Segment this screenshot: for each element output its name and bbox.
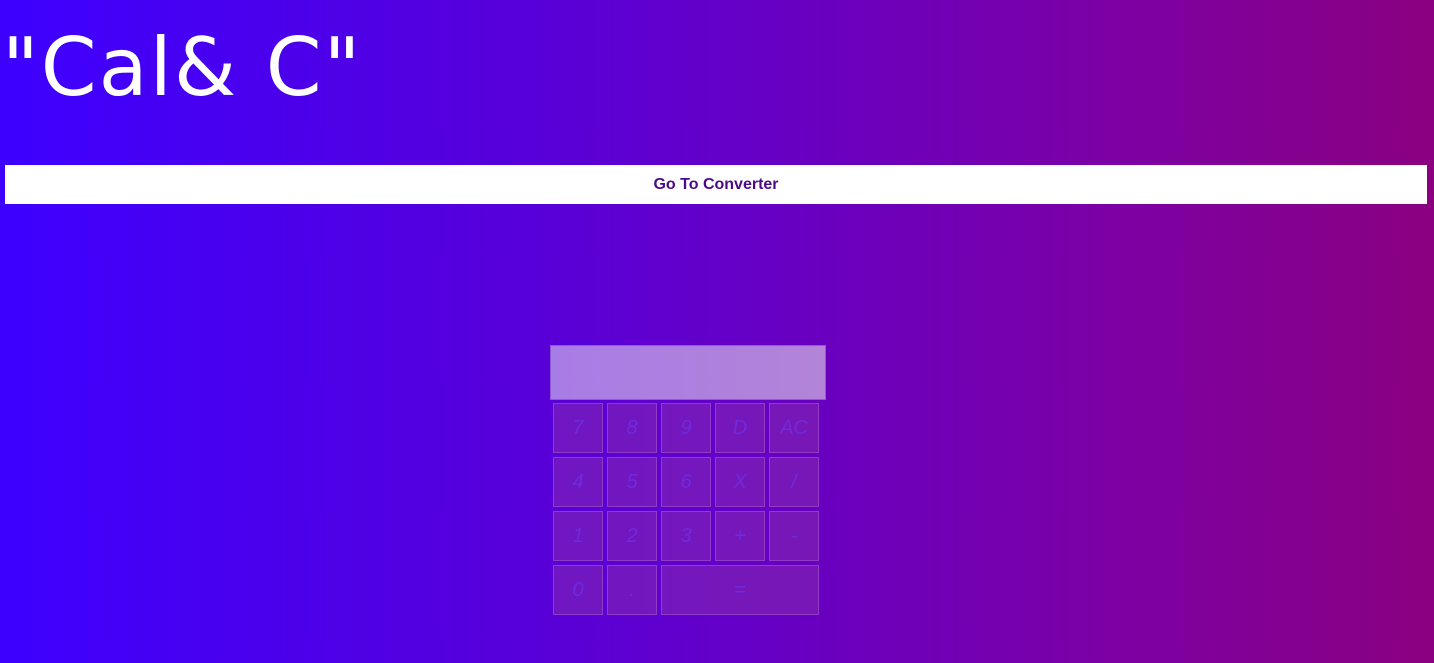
key-0[interactable]: 0 [553,565,603,615]
key-8[interactable]: 8 [607,403,657,453]
key-delete[interactable]: D [715,403,765,453]
key-5[interactable]: 5 [607,457,657,507]
key-4[interactable]: 4 [553,457,603,507]
app-title: "Cal& C" [2,21,363,114]
key-decimal[interactable]: . [607,565,657,615]
key-3[interactable]: 3 [661,511,711,561]
go-to-converter-button[interactable]: Go To Converter [5,165,1427,204]
key-divide[interactable]: / [769,457,819,507]
key-2[interactable]: 2 [607,511,657,561]
key-all-clear[interactable]: AC [769,403,819,453]
key-subtract[interactable]: - [769,511,819,561]
calculator-display[interactable] [550,345,826,400]
key-multiply[interactable]: X [715,457,765,507]
calculator: 7 8 9 D AC 4 5 6 X / 1 2 3 + - 0 . = [550,345,826,615]
key-equals[interactable]: = [661,565,819,615]
key-7[interactable]: 7 [553,403,603,453]
key-9[interactable]: 9 [661,403,711,453]
key-6[interactable]: 6 [661,457,711,507]
calculator-keypad: 7 8 9 D AC 4 5 6 X / 1 2 3 + - 0 . = [553,403,826,615]
key-add[interactable]: + [715,511,765,561]
key-1[interactable]: 1 [553,511,603,561]
